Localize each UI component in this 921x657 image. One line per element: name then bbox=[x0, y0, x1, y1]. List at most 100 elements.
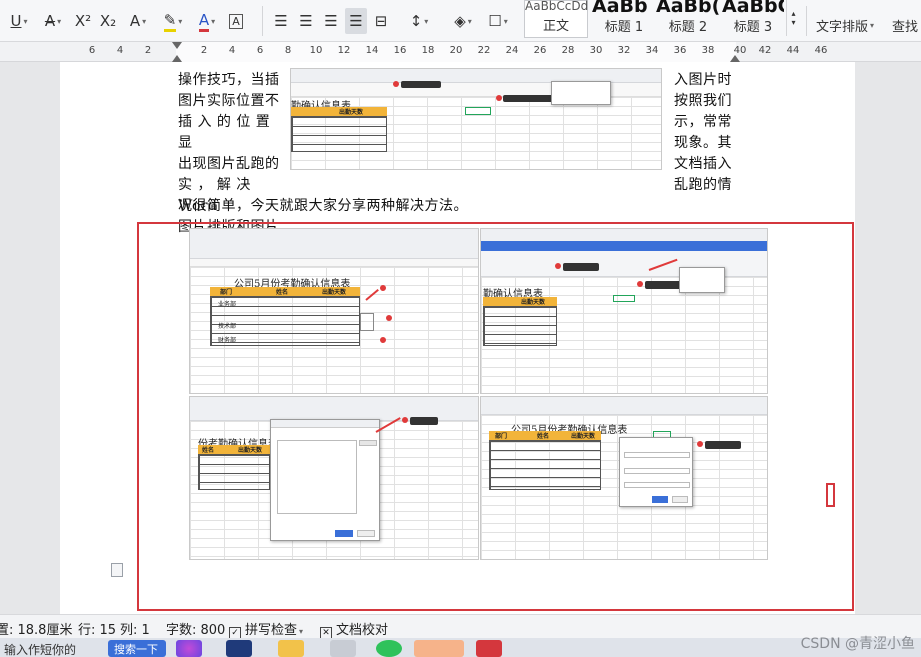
embedded-col-days: 出勤天数 bbox=[571, 433, 596, 440]
embedded-table-header: 出勤天数 bbox=[291, 107, 387, 116]
justify-button[interactable]: ☰ bbox=[345, 8, 367, 34]
embedded-col-dept: 部门 bbox=[495, 433, 508, 440]
callout-tag bbox=[401, 81, 441, 88]
ruler-tick: 44 bbox=[786, 45, 800, 56]
ruler-tick: 46 bbox=[814, 45, 828, 56]
find-label: 查找 bbox=[892, 19, 919, 35]
spell-check-button[interactable]: ✓ 拼写检查 ▾ bbox=[229, 619, 303, 639]
screenshot-quadrant-1[interactable]: 公司5月份考勤确认信息表 部门 姓名 出勤天数 业务部 技术部 财务部 bbox=[189, 228, 479, 394]
ruler-tick: 32 bbox=[617, 45, 631, 56]
text-line: 图片实际位置不 bbox=[178, 93, 280, 109]
text-layout-label: 文字排版 bbox=[815, 19, 868, 35]
folder-icon[interactable] bbox=[278, 640, 304, 657]
style-heading-3-label: 标题 3 bbox=[733, 20, 773, 35]
ruler-tick: 6 bbox=[256, 45, 264, 56]
ruler-tick: 20 bbox=[449, 45, 463, 56]
callout-tag bbox=[705, 441, 741, 449]
left-indent-marker-icon[interactable] bbox=[172, 55, 182, 62]
doc-check-label: 文档校对 bbox=[336, 623, 389, 638]
embedded-col-days: 出勤天数 bbox=[521, 299, 546, 306]
style-heading-1-preview: AaBb bbox=[592, 0, 648, 17]
wechat-icon[interactable] bbox=[376, 640, 402, 657]
style-heading-3[interactable]: AaBbC( 标题 3 bbox=[722, 0, 784, 38]
style-heading-1[interactable]: AaBb 标题 1 bbox=[592, 0, 656, 38]
embedded-col-name: 姓名 bbox=[537, 433, 550, 440]
embedded-col-days: 出勤天数 bbox=[238, 447, 263, 454]
style-heading-2[interactable]: AaBb( 标题 2 bbox=[656, 0, 720, 38]
taskbar: 输入作短你的 搜索一下 bbox=[0, 638, 921, 657]
app-icon[interactable] bbox=[414, 640, 464, 657]
taskbar-input[interactable]: 输入作短你的 bbox=[4, 641, 76, 657]
status-word-count[interactable]: 字数: 800 bbox=[166, 619, 225, 638]
border-button[interactable]: ☐ ▾ bbox=[482, 8, 514, 34]
embedded-dept: 财务部 bbox=[218, 337, 237, 344]
embedded-table-body bbox=[489, 440, 601, 490]
style-normal-preview: AaBbCcDd bbox=[525, 0, 589, 13]
taskbar-search[interactable]: 搜索一下 bbox=[108, 640, 166, 657]
right-indent-marker-icon[interactable] bbox=[730, 55, 740, 62]
text-line: 入图片时 bbox=[674, 72, 732, 88]
app-icon[interactable] bbox=[330, 640, 356, 657]
wps-icon[interactable] bbox=[476, 640, 502, 657]
style-normal[interactable]: AaBbCcDd 正文 bbox=[524, 0, 588, 38]
photoshop-icon[interactable] bbox=[226, 640, 252, 657]
doc-check-button[interactable]: ✕ 文档校对 bbox=[320, 619, 388, 639]
text-layout-button[interactable]: 文字排版 ▾ bbox=[812, 12, 878, 38]
ruler-tick: 14 bbox=[365, 45, 379, 56]
style-heading-3-preview: AaBbC( bbox=[722, 0, 784, 17]
text-line: 乱跑的情 bbox=[674, 177, 732, 193]
text-line: 按照我们 bbox=[674, 93, 732, 109]
char-border-button[interactable]: A bbox=[226, 8, 246, 34]
status-column: 列: 1 bbox=[120, 623, 150, 638]
text-cursor-marker bbox=[826, 483, 835, 507]
selected-cell bbox=[613, 295, 635, 302]
embedded-dept: 业务部 bbox=[218, 301, 237, 308]
embedded-table-header: 部门 姓名 出勤天数 bbox=[489, 431, 601, 440]
horizontal-ruler[interactable]: 6 4 2 2 4 6 8 10 12 14 16 18 20 22 24 26… bbox=[0, 42, 921, 62]
taskbar-search-label: 搜索一下 bbox=[114, 643, 158, 656]
text-line: 示，常常 bbox=[674, 114, 732, 130]
ruler-tick: 26 bbox=[533, 45, 547, 56]
embedded-col-days: 出勤天数 bbox=[322, 289, 347, 296]
strikethrough-button[interactable]: A ▾ bbox=[38, 8, 68, 34]
callout-tag bbox=[410, 417, 438, 425]
ruler-tick: 16 bbox=[393, 45, 407, 56]
align-left-button[interactable]: ☰ bbox=[270, 8, 292, 34]
ruler-tick: 6 bbox=[88, 45, 96, 56]
ruler-tick: 12 bbox=[337, 45, 351, 56]
embedded-dept: 技术部 bbox=[218, 323, 237, 330]
align-center-button[interactable]: ☰ bbox=[295, 8, 317, 34]
screenshot-quadrant-3[interactable]: 份考勤确认信息表 姓名 出勤天数 bbox=[189, 396, 479, 560]
screenshot-quadrant-2[interactable]: 勤确认信息表 出勤天数 bbox=[480, 228, 768, 394]
ruler-tick: 36 bbox=[673, 45, 687, 56]
callout-tag bbox=[563, 263, 599, 271]
inline-screenshot-image[interactable]: 勤确认信息表 出勤天数 bbox=[290, 68, 662, 170]
underline-button[interactable]: U ▾ bbox=[2, 8, 36, 34]
align-right-button[interactable]: ☰ bbox=[320, 8, 342, 34]
text-effect-button[interactable]: A ▾ bbox=[123, 8, 153, 34]
highlight-button[interactable]: ✎ ▾ bbox=[158, 8, 188, 34]
superscript-button[interactable]: X² bbox=[72, 8, 94, 34]
ruler-tick: 22 bbox=[477, 45, 491, 56]
font-color-button[interactable]: A ▾ bbox=[192, 8, 222, 34]
distributed-align-button[interactable]: ⊟ bbox=[370, 8, 392, 34]
ruler-tick: 24 bbox=[505, 45, 519, 56]
ruler-tick: 18 bbox=[421, 45, 435, 56]
ruler-tick: 4 bbox=[228, 45, 236, 56]
shading-button[interactable]: ◈ ▾ bbox=[447, 8, 479, 34]
styles-more-button[interactable]: ▴ ▾ bbox=[786, 0, 800, 36]
first-indent-marker-icon[interactable] bbox=[172, 42, 182, 49]
text-line: 现象。其 bbox=[674, 135, 732, 151]
subscript-button[interactable]: X₂ bbox=[97, 8, 119, 34]
embedded-col-name: 姓名 bbox=[276, 289, 289, 296]
screenshot-quadrant-4[interactable]: 公司5月份考勤确认信息表 部门 姓名 出勤天数 bbox=[480, 396, 768, 560]
text-line: 操作技巧，当插 bbox=[178, 72, 280, 88]
document-icon[interactable] bbox=[111, 563, 123, 577]
find-button[interactable]: 查找 bbox=[892, 12, 921, 38]
embedded-menu bbox=[551, 81, 611, 105]
ruler-tick: 40 bbox=[733, 45, 747, 56]
ruler-tick: 2 bbox=[144, 45, 152, 56]
app-icon[interactable] bbox=[176, 640, 202, 657]
style-normal-label: 正文 bbox=[542, 19, 569, 34]
line-spacing-button[interactable]: ↕ ▾ bbox=[403, 8, 435, 34]
